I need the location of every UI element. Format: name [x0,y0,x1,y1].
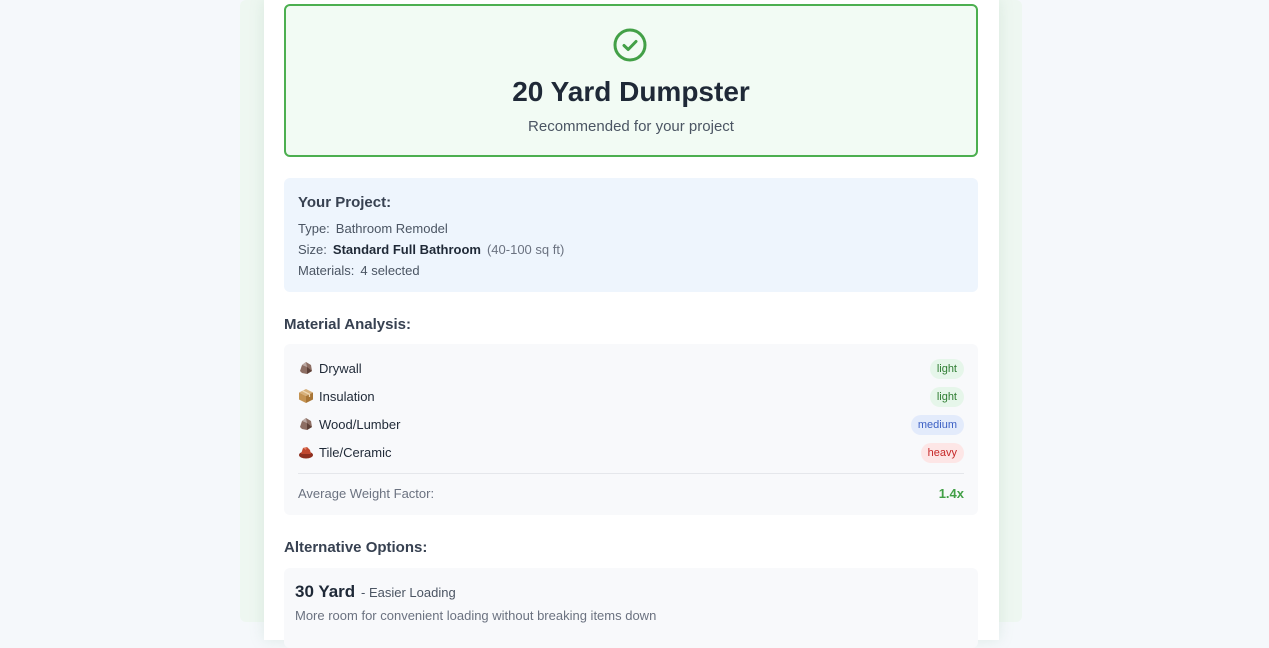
check-circle-icon [613,28,647,62]
material-name: Tile/Ceramic [319,445,392,460]
project-size-row: Size: Standard Full Bathroom (40-100 sq ft… [298,242,564,257]
material-row: Tile/Ceramic heavy [298,443,964,463]
alternative-tag: - Easier Loading [361,585,456,600]
project-materials-row: Materials: 4 selected [298,263,420,278]
alternative-description: More room for convenient loading without… [295,608,657,623]
weight-badge: light [929,387,964,407]
material-row: Drywall light [298,359,964,379]
material-row: Insulation light [298,387,964,407]
weight-badge: light [929,359,964,379]
weight-badge: heavy [920,443,964,463]
material-row: Wood/Lumber medium [298,415,964,435]
brick-icon [299,447,313,459]
recommended-size-title: 20 Yard Dumpster [512,76,750,107]
project-type-value: Bathroom Remodel [335,221,448,236]
package-icon [299,389,313,403]
project-type-label: Type: [298,221,330,236]
results-card: 20 Yard Dumpster Recommended for your pr… [264,0,999,648]
material-analysis-panel: Drywall light Insulation light Wood/Lumb… [284,344,978,515]
divider [298,473,964,474]
rock-icon [300,418,312,430]
alternative-size: 30 Yard [295,582,356,601]
alternative-option-card[interactable]: 30 Yard - Easier Loading More room for c… [284,568,978,648]
material-name: Insulation [319,389,375,404]
alternative-options-heading: Alternative Options: [284,539,428,556]
material-analysis-heading: Material Analysis: [284,316,411,333]
recommendation-banner: 20 Yard Dumpster Recommended for your pr… [284,4,978,157]
rock-icon [300,362,312,374]
weight-badge: medium [910,415,964,435]
project-summary: Your Project: Type: Bathroom Remodel Size… [284,178,978,292]
project-size-note: (40-100 sq ft) [486,242,565,257]
material-name: Drywall [319,361,362,376]
material-name: Wood/Lumber [319,417,401,432]
project-size-value: Standard Full Bathroom [332,242,481,257]
project-materials-value: 4 selected [360,263,420,278]
project-heading: Your Project: [298,194,392,211]
recommendation-subtitle: Recommended for your project [528,118,734,135]
average-weight-value: 1.4x [938,486,964,501]
project-materials-label: Materials: [298,263,355,278]
project-size-label: Size: [298,242,327,257]
average-weight-label: Average Weight Factor: [298,486,435,501]
project-type-row: Type: Bathroom Remodel [298,221,448,236]
